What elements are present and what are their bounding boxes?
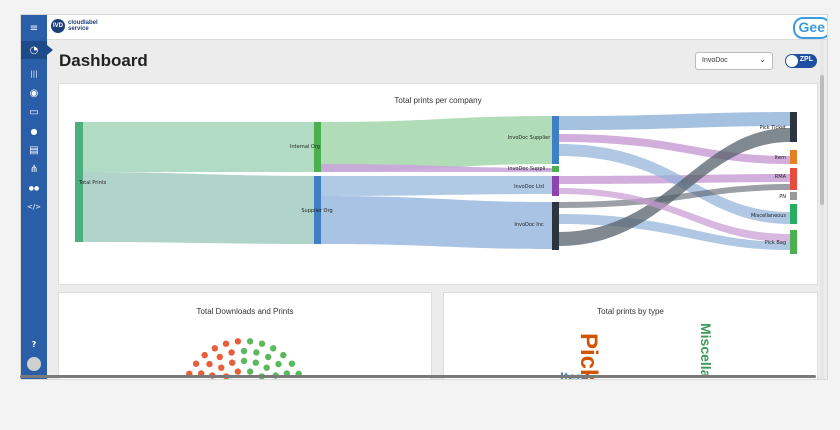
downloads-dot xyxy=(229,359,236,366)
downloads-dot xyxy=(247,368,254,375)
downloads-dot-chart xyxy=(186,338,302,379)
node-pick-ticket xyxy=(790,112,797,142)
label-supplier-org: Supplier Org xyxy=(301,208,332,214)
downloads-dot xyxy=(265,353,272,361)
downloads-dot xyxy=(201,351,208,359)
bytype-title: Total prints by type xyxy=(597,307,664,316)
toggle-knob xyxy=(786,55,798,67)
downloads-dot xyxy=(246,338,254,345)
downloads-dot xyxy=(228,349,235,356)
label-total-prints: Total Prints xyxy=(78,180,107,186)
avatar[interactable] xyxy=(21,355,47,373)
users-icon[interactable]: ●● xyxy=(21,179,47,197)
horizontal-scrollbar[interactable] xyxy=(20,375,816,378)
downloads-dot xyxy=(263,364,270,371)
downloads-dot xyxy=(252,359,259,366)
label-invodoc-inc: InvoDoc Inc xyxy=(514,222,544,228)
node-pn xyxy=(790,192,797,200)
brand-text: cloudlabel service xyxy=(68,20,98,32)
downloads-dot xyxy=(288,360,296,367)
downloads-dot xyxy=(240,357,248,365)
brand-mark: IVD xyxy=(51,19,65,33)
node-invodoc-suppli2 xyxy=(552,166,559,172)
partner-logo: Gee xyxy=(792,17,827,39)
word-miscella: Miscella xyxy=(698,323,714,378)
page-title: Dashboard xyxy=(59,51,148,70)
user-icon[interactable]: ● xyxy=(21,122,47,140)
downloads-dot xyxy=(218,364,225,371)
barcode-icon[interactable]: ||| xyxy=(21,65,47,83)
label-pick-bag: Pick Bag xyxy=(765,240,786,246)
label-pick-ticket: Pick Ticket xyxy=(760,125,786,131)
hierarchy-icon[interactable]: ⋔ xyxy=(21,160,47,178)
downloads-dot xyxy=(211,345,218,352)
downloads-dot xyxy=(222,340,230,347)
brand-line-2: service xyxy=(68,26,89,32)
downloads-dot xyxy=(206,360,213,368)
sankey-chart: Total Prints Internal Org Supplier Org I… xyxy=(75,112,797,254)
help-icon[interactable]: ? xyxy=(21,335,47,353)
downloads-dot xyxy=(253,349,260,356)
node-invodoc-ltd xyxy=(552,176,559,196)
downloads-card: Total Downloads and Prints xyxy=(58,292,432,379)
label-miscellaneous: Miscellaneous xyxy=(751,213,786,219)
label-pn: PN xyxy=(779,194,786,200)
label-invodoc-supplier: InvoDoc Supplier xyxy=(508,135,551,141)
downloads-dot xyxy=(234,368,241,375)
code-icon[interactable]: </> xyxy=(21,198,47,216)
zpl-toggle[interactable]: ZPL xyxy=(785,54,817,68)
label-invodoc-ltd: InvoDoc Ltd xyxy=(514,184,544,190)
toggle-label: ZPL xyxy=(799,56,813,63)
downloads-dot xyxy=(275,360,282,368)
bytype-card: Total prints by type Pick Miscella Item xyxy=(443,292,818,379)
vertical-scroll-thumb[interactable] xyxy=(820,75,824,205)
label-invodoc-suppli: InvoDoc Suppli... xyxy=(508,166,551,172)
downloads-dot xyxy=(280,351,287,359)
printer-icon[interactable]: ▭ xyxy=(21,103,47,121)
sankey-card: Total prints per company Total Prints In… xyxy=(58,83,818,285)
dashboard-icon[interactable]: ◔ xyxy=(21,41,53,59)
node-pick-bag xyxy=(790,230,797,254)
link-total-supplier xyxy=(83,172,314,244)
downloads-dot xyxy=(234,338,242,345)
app-window: ≡ ◔ ||| ◉ ▭ ● ▤ ⋔ ●● </> ? IVD cloudlabe… xyxy=(20,14,828,380)
top-bar: IVD cloudlabel service Gee xyxy=(47,15,827,40)
company-select[interactable]: InvoDoc ⌄ xyxy=(695,52,773,70)
downloads-dot xyxy=(270,345,277,352)
downloads-dot xyxy=(240,347,248,355)
node-invodoc-supplier xyxy=(552,116,559,164)
label-item: Item xyxy=(775,155,787,161)
node-rma xyxy=(790,168,797,190)
company-select-value: InvoDoc xyxy=(702,57,728,64)
menu-icon[interactable]: ≡ xyxy=(21,19,47,37)
label-internal-org: Internal Org xyxy=(290,144,320,150)
globe-icon[interactable]: ◉ xyxy=(21,84,47,102)
document-icon[interactable]: ▤ xyxy=(21,141,47,159)
label-rma: RMA xyxy=(775,174,787,180)
node-item xyxy=(790,150,797,164)
node-misc xyxy=(790,204,797,224)
downloads-dot xyxy=(192,360,200,367)
sidebar: ≡ ◔ ||| ◉ ▭ ● ▤ ⋔ ●● </> ? xyxy=(21,15,53,379)
link-to-pickticket xyxy=(559,112,790,130)
downloads-dot xyxy=(216,353,223,361)
node-invodoc-inc xyxy=(552,202,559,250)
chevron-down-icon: ⌄ xyxy=(759,55,766,64)
link-internal-invosupplier xyxy=(321,116,552,172)
brand-logo[interactable]: IVD cloudlabel service xyxy=(51,19,98,33)
downloads-dot xyxy=(258,340,266,347)
link-total-internal xyxy=(83,122,314,172)
